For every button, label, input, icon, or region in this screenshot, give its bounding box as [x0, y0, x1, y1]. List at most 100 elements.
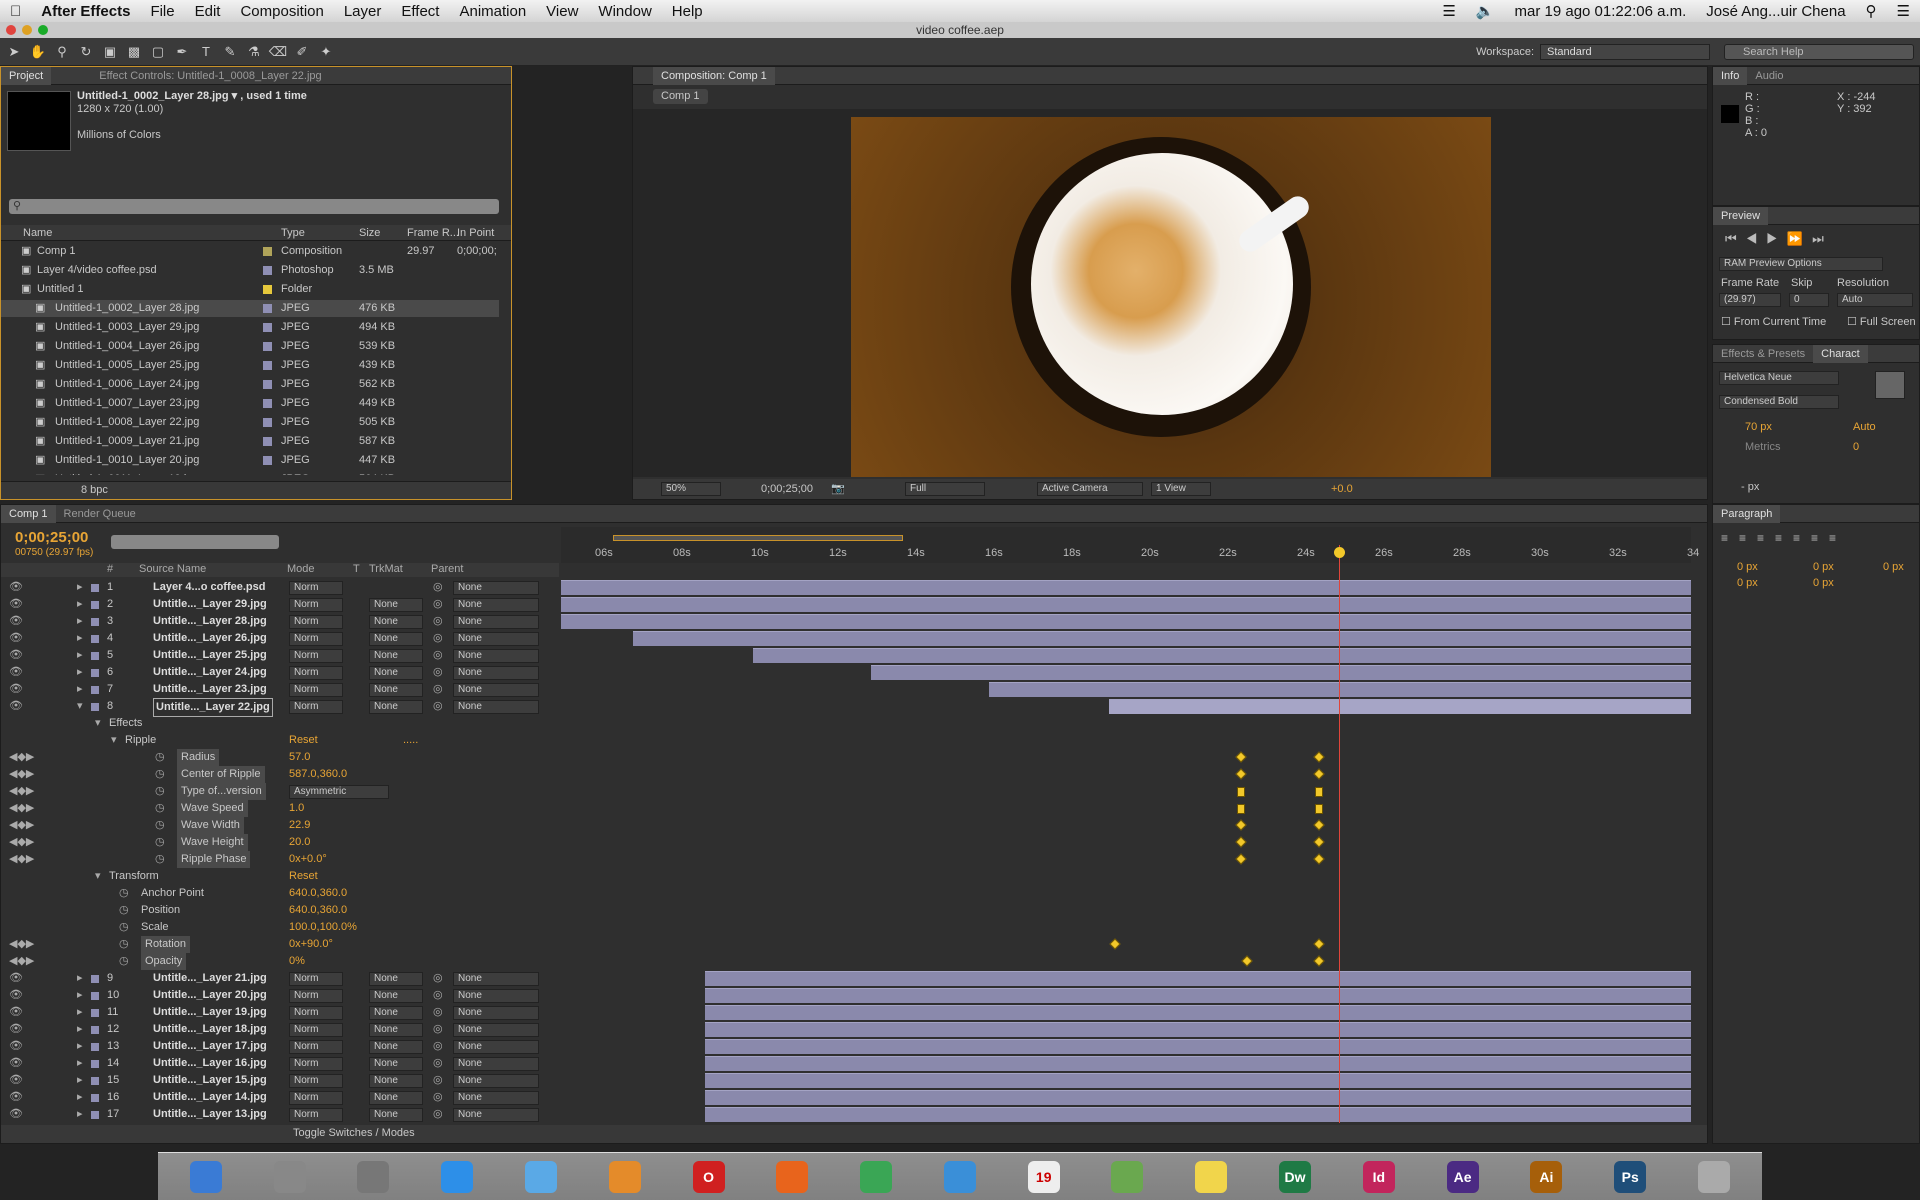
tab-project[interactable]: Project: [1, 66, 52, 85]
column-in-point[interactable]: In Point: [457, 227, 494, 239]
property-value[interactable]: 0x+90.0°: [289, 936, 333, 953]
property-value[interactable]: 0%: [289, 953, 305, 970]
property-row[interactable]: ◀◆▶ ◷ Ripple Phase 0x+0.0°: [1, 851, 561, 868]
layer-label-swatch[interactable]: [91, 1094, 99, 1102]
layer-row[interactable]: 👁 ▾ 8 Untitle..._Layer 22.jpg Norm None ◎ None: [1, 698, 561, 717]
current-time-indicator[interactable]: [1339, 545, 1340, 1123]
visibility-eye-icon[interactable]: 👁: [9, 1072, 23, 1089]
resolution-select[interactable]: Full: [905, 482, 985, 496]
keyframe-icon[interactable]: [1235, 768, 1247, 780]
keyframe-nav-icon[interactable]: ◀◆▶: [9, 783, 34, 800]
layer-label-swatch[interactable]: [91, 584, 99, 592]
indent-left[interactable]: 0 px: [1737, 561, 1758, 573]
dock-system-preferences-icon[interactable]: [357, 1160, 390, 1193]
track-matte-select[interactable]: None: [369, 1108, 423, 1122]
dock-finder-icon[interactable]: [189, 1160, 222, 1193]
expand-triangle-icon[interactable]: ▸: [77, 579, 83, 596]
layer-row[interactable]: 👁 ▸ 11 Untitle..._Layer 19.jpg Norm None ◎ None: [1, 1004, 561, 1021]
layer-duration-bar[interactable]: [753, 648, 1691, 663]
property-value[interactable]: 640.0,360.0: [289, 885, 347, 902]
workspace-select[interactable]: Standard: [1540, 43, 1710, 60]
font-size-value[interactable]: 70 px: [1745, 421, 1772, 433]
layer-label-swatch[interactable]: [91, 601, 99, 609]
track-matte-select[interactable]: None: [369, 649, 423, 663]
property-row[interactable]: ◀◆▶ ◷ Radius 57.0: [1, 749, 561, 766]
layer-duration-bar[interactable]: [633, 631, 1691, 646]
parent-pickwhip-icon[interactable]: ◎: [433, 1072, 443, 1089]
column-mode[interactable]: Mode: [287, 563, 315, 575]
blend-mode-select[interactable]: Norm: [289, 615, 343, 629]
parent-pickwhip-icon[interactable]: ◎: [433, 630, 443, 647]
layer-row[interactable]: 👁 ▸ 12 Untitle..._Layer 18.jpg Norm None ◎ None: [1, 1021, 561, 1038]
layer-duration-bar[interactable]: [705, 971, 1691, 986]
expand-triangle-icon[interactable]: ▸: [77, 647, 83, 664]
blend-mode-select[interactable]: Norm: [289, 972, 343, 986]
dock-trash-icon[interactable]: [1697, 1160, 1730, 1193]
menu-effect[interactable]: Effect: [391, 3, 449, 20]
parent-select[interactable]: None: [453, 1006, 539, 1020]
property-row[interactable]: ◷ Position 640.0,360.0: [1, 902, 561, 919]
track-matte-select[interactable]: None: [369, 700, 423, 714]
project-item-row[interactable]: ▣ Untitled-1_0011_Layer 19.jpg JPEG 564 KB: [1, 471, 499, 475]
layer-label-swatch[interactable]: [91, 1026, 99, 1034]
layer-row[interactable]: 👁 ▸ 1 Layer 4...o coffee.psd Norm ◎ None: [1, 579, 561, 596]
zoom-tool-icon[interactable]: ⚲: [52, 42, 72, 62]
search-help-input[interactable]: Search Help: [1724, 43, 1914, 60]
project-item-row[interactable]: ▣ Untitled-1_0004_Layer 26.jpg JPEG 539 KB: [1, 338, 499, 355]
label-color-swatch[interactable]: [263, 342, 272, 351]
layer-label-swatch[interactable]: [91, 992, 99, 1000]
layer-label-swatch[interactable]: [91, 1043, 99, 1051]
layer-source-name[interactable]: Untitle..._Layer 21.jpg: [153, 970, 267, 987]
eraser-tool-icon[interactable]: ⌫: [268, 42, 288, 62]
layer-label-swatch[interactable]: [91, 1111, 99, 1119]
parent-select[interactable]: None: [453, 1074, 539, 1088]
track-matte-select[interactable]: None: [369, 1023, 423, 1037]
layer-duration-bar[interactable]: [705, 1107, 1691, 1122]
layer-duration-bar[interactable]: [705, 1073, 1691, 1088]
expand-triangle-icon[interactable]: ▾: [111, 732, 117, 749]
spotlight-icon[interactable]: ⚲: [1856, 2, 1887, 20]
expand-triangle-icon[interactable]: ▸: [77, 681, 83, 698]
menu-window[interactable]: Window: [588, 3, 661, 20]
parent-pickwhip-icon[interactable]: ◎: [433, 987, 443, 1004]
layer-row[interactable]: 👁 ▸ 5 Untitle..._Layer 25.jpg Norm None ◎ None: [1, 647, 561, 664]
stopwatch-icon[interactable]: ◷: [155, 851, 165, 868]
blend-mode-select[interactable]: Norm: [289, 700, 343, 714]
parent-pickwhip-icon[interactable]: ◎: [433, 579, 443, 596]
expand-triangle-icon[interactable]: ▸: [77, 596, 83, 613]
layer-row[interactable]: 👁 ▸ 6 Untitle..._Layer 24.jpg Norm None ◎ None: [1, 664, 561, 681]
exposure-value[interactable]: +0.0: [1331, 483, 1353, 495]
property-value[interactable]: 587.0,360.0: [289, 766, 347, 783]
dock-app-store-icon[interactable]: [441, 1160, 474, 1193]
layer-source-name[interactable]: Untitle..._Layer 17.jpg: [153, 1038, 267, 1055]
keyframe-icon[interactable]: [1109, 938, 1121, 950]
keyframe-nav-icon[interactable]: ◀◆▶: [9, 817, 34, 834]
dock-calendar-icon[interactable]: 19: [1027, 1160, 1060, 1193]
minimize-window-icon[interactable]: [22, 25, 32, 35]
parent-select[interactable]: None: [453, 683, 539, 697]
column-frame-rate[interactable]: Frame R...: [407, 227, 459, 239]
parent-select[interactable]: None: [453, 1091, 539, 1105]
expand-triangle-icon[interactable]: ▸: [77, 970, 83, 987]
property-row[interactable]: ◀◆▶ ◷ Rotation 0x+90.0°: [1, 936, 561, 953]
layer-row[interactable]: 👁 ▸ 10 Untitle..._Layer 20.jpg Norm None ◎ None: [1, 987, 561, 1004]
stopwatch-icon[interactable]: ◷: [155, 749, 165, 766]
layer-duration-bar[interactable]: [705, 1090, 1691, 1105]
layer-label-swatch[interactable]: [91, 703, 99, 711]
parent-pickwhip-icon[interactable]: ◎: [433, 664, 443, 681]
notifications-icon[interactable]: ☰: [1887, 2, 1920, 20]
work-area-bar[interactable]: [613, 535, 903, 541]
layer-row[interactable]: 👁 ▸ 14 Untitle..._Layer 16.jpg Norm None ◎ None: [1, 1055, 561, 1072]
tab-render-queue[interactable]: Render Queue: [56, 505, 144, 523]
parent-select[interactable]: None: [453, 581, 539, 595]
layer-source-name[interactable]: Untitle..._Layer 28.jpg: [153, 613, 267, 630]
keyframe-nav-icon[interactable]: ◀◆▶: [9, 766, 34, 783]
label-color-swatch[interactable]: [263, 399, 272, 408]
apple-icon[interactable]: : [0, 3, 31, 20]
layer-source-name[interactable]: Untitle..._Layer 14.jpg: [153, 1089, 267, 1106]
layer-row[interactable]: 👁 ▸ 15 Untitle..._Layer 15.jpg Norm None ◎ None: [1, 1072, 561, 1089]
brush-tool-icon[interactable]: ✎: [220, 42, 240, 62]
parent-pickwhip-icon[interactable]: ◎: [433, 970, 443, 987]
layer-duration-bar[interactable]: [989, 682, 1691, 697]
space-before[interactable]: 0 px: [1737, 577, 1758, 589]
